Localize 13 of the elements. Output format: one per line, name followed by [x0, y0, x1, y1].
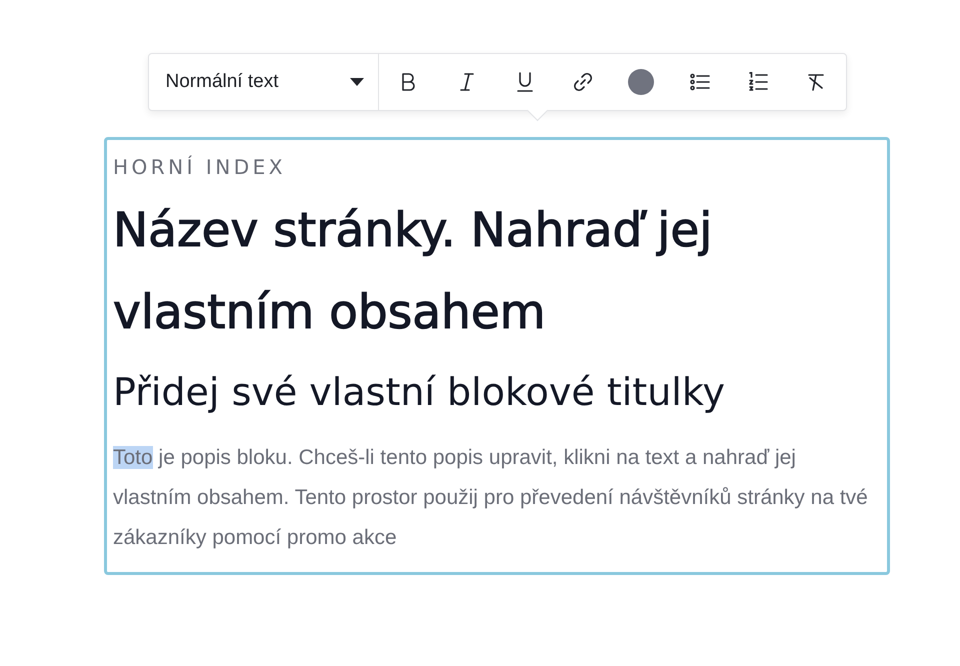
text-style-dropdown[interactable]: Normální text: [148, 54, 380, 110]
bullet-list-icon: [690, 73, 710, 91]
numbered-list-icon: [748, 72, 768, 92]
block-subtitle: Přidej své vlastní blokové titulky: [113, 369, 726, 416]
underline-icon: [516, 72, 534, 92]
overline-text: HORNÍ INDEX: [113, 154, 287, 181]
block-description: Toto je popis bloku. Chceš-li tento popis upravit, klikni na text a nahraď jej vlastním obsahem. Tento prostor použij pro převedení návštěvníků stránky na tvé zákazníky pomocí promo akce: [113, 445, 869, 551]
page-title: Název stránky. Nahraď jej vlastním obsahem: [113, 202, 714, 342]
clear-format-icon: [806, 72, 826, 92]
italic-icon: [458, 72, 476, 92]
bold-icon: [399, 72, 418, 92]
caret-icon: [350, 78, 364, 86]
link-icon: [572, 71, 594, 93]
